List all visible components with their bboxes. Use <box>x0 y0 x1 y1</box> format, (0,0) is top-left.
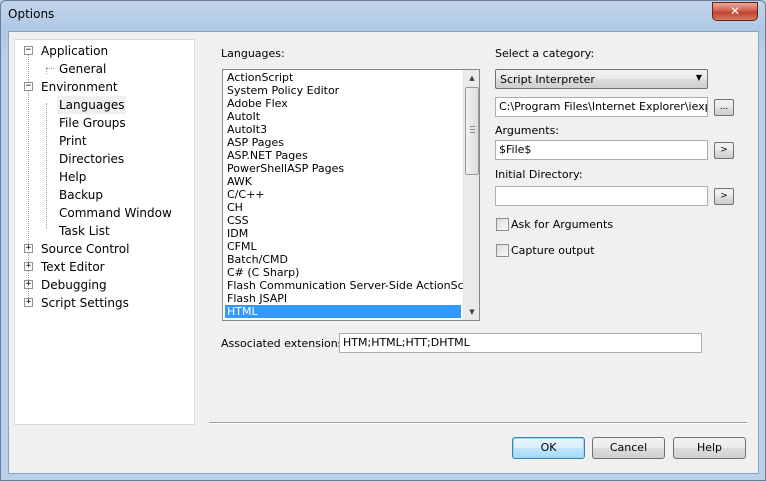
dropdown-arrow-icon: ▼ <box>695 73 702 82</box>
scrollbar-thumb[interactable] <box>465 87 479 175</box>
cancel-button[interactable]: Cancel <box>592 437 665 459</box>
initial-directory-field[interactable] <box>495 186 708 206</box>
tree-item-label: Command Window <box>59 206 172 220</box>
list-item[interactable]: IDM <box>225 227 461 240</box>
grip-line <box>470 126 475 127</box>
title-bar[interactable]: Options ✕ <box>1 1 765 31</box>
extensions-label: Associated extensions: <box>221 337 348 350</box>
list-item[interactable]: CH <box>225 201 461 214</box>
list-item[interactable]: AutoIt3 <box>225 123 461 136</box>
tree-item-label: Directories <box>59 152 125 166</box>
collapse-icon[interactable]: − <box>24 46 33 55</box>
expand-icon[interactable]: + <box>24 298 33 307</box>
collapse-icon[interactable]: − <box>24 82 33 91</box>
capture-output-checkbox[interactable] <box>496 244 509 257</box>
list-item[interactable]: CSS <box>225 214 461 227</box>
help-button[interactable]: Help <box>673 437 746 459</box>
ask-arguments-checkbox[interactable] <box>496 218 509 231</box>
tree-item-label: Debugging <box>41 278 107 292</box>
tree-item-label: Script Settings <box>41 296 129 310</box>
separator <box>209 422 747 424</box>
list-item[interactable]: System Policy Editor <box>225 84 461 97</box>
tree-line <box>46 68 54 69</box>
languages-listbox[interactable]: ActionScript System Policy Editor Adobe … <box>222 69 480 321</box>
arguments-field[interactable]: $File$ <box>495 140 708 160</box>
tree-item-label: Backup <box>59 188 103 202</box>
interpreter-path-field[interactable]: C:\Program Files\Internet Explorer\iexpl… <box>495 97 708 117</box>
tree-item-label: File Groups <box>59 116 126 130</box>
tree-item-label: General <box>59 62 107 76</box>
list-item[interactable]: Flash Communication Server-Side ActionSc… <box>225 279 479 292</box>
list-item[interactable]: AutoIt <box>225 110 461 123</box>
tree-item-label: Application <box>41 44 109 58</box>
grip-line <box>470 129 475 130</box>
extensions-field[interactable]: HTM;HTML;HTT;DHTML <box>339 333 702 353</box>
ok-button[interactable]: OK <box>512 437 585 459</box>
list-item[interactable]: AWK <box>225 175 461 188</box>
languages-label: Languages: <box>221 47 285 60</box>
dialog-client-area: − Application General − Environment Lang… <box>8 31 759 474</box>
tree-item-label: Languages <box>57 96 127 114</box>
list-item[interactable]: Batch/CMD <box>225 253 461 266</box>
tree-item-label: Help <box>59 170 87 184</box>
initial-directory-label: Initial Directory: <box>495 168 583 181</box>
list-item-selected[interactable]: HTML <box>225 305 461 318</box>
tree-line <box>46 103 47 229</box>
list-item[interactable]: C# (C Sharp) <box>225 266 461 279</box>
up-arrow-icon[interactable]: ▲ <box>464 70 479 86</box>
initial-directory-insert-button[interactable]: > <box>714 188 734 205</box>
browse-button[interactable]: ... <box>714 99 734 116</box>
list-item[interactable]: Adobe Flex <box>225 97 461 110</box>
arguments-label: Arguments: <box>495 124 560 137</box>
options-window: Options ✕ − Application General − Enviro… <box>0 0 766 481</box>
tree-item-label: Environment <box>41 80 118 94</box>
background-blur <box>61 1 621 31</box>
list-item[interactable]: C/C++ <box>225 188 461 201</box>
expand-icon[interactable]: + <box>24 262 33 271</box>
capture-output-label[interactable]: Capture output <box>511 244 595 257</box>
ask-arguments-label[interactable]: Ask for Arguments <box>511 218 613 231</box>
list-item[interactable]: Flash JSAPI <box>225 292 461 305</box>
expand-icon[interactable]: + <box>24 244 33 253</box>
list-item[interactable]: ActionScript <box>225 71 461 84</box>
category-select-value: Script Interpreter <box>500 73 595 86</box>
arguments-insert-button[interactable]: > <box>714 142 734 159</box>
expand-icon[interactable]: + <box>24 280 33 289</box>
list-item[interactable]: ASP.NET Pages <box>225 149 461 162</box>
languages-scrollbar[interactable]: ▲ ▼ <box>463 70 479 320</box>
window-title: Options <box>8 7 55 21</box>
options-tree[interactable]: − Application General − Environment Lang… <box>14 39 195 425</box>
list-item[interactable]: PowerShellASP Pages <box>225 162 461 175</box>
tree-item-label: Print <box>59 134 87 148</box>
category-select[interactable]: Script Interpreter ▼ <box>495 69 708 89</box>
down-arrow-icon[interactable]: ▼ <box>464 304 479 320</box>
tree-item-label: Text Editor <box>41 260 105 274</box>
tree-item-label: Source Control <box>41 242 130 256</box>
close-button[interactable]: ✕ <box>712 2 758 21</box>
category-label: Select a category: <box>495 47 595 60</box>
list-item[interactable]: CFML <box>225 240 461 253</box>
grip-line <box>470 132 475 133</box>
tree-item-label: Task List <box>59 224 110 238</box>
list-item[interactable]: ASP Pages <box>225 136 461 149</box>
